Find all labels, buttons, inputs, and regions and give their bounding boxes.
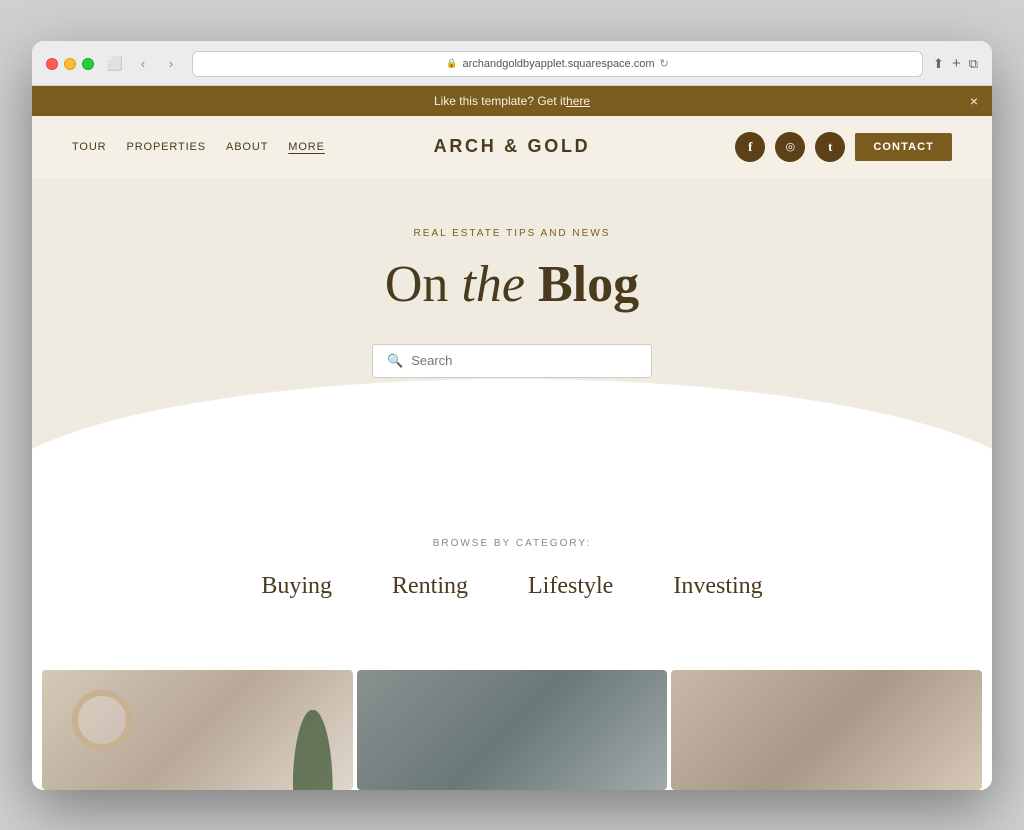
close-traffic-light[interactable]: [46, 58, 58, 70]
sidebar-toggle-button[interactable]: ⬜: [104, 53, 126, 75]
nav-item-properties[interactable]: PROPERTIES: [126, 141, 206, 153]
contact-button[interactable]: CONTACT: [855, 133, 952, 161]
nav-item-tour[interactable]: TOUR: [72, 141, 106, 153]
category-investing[interactable]: Investing: [673, 573, 762, 600]
nav-item-about[interactable]: ABOUT: [226, 141, 268, 153]
search-bar[interactable]: 🔍: [372, 344, 652, 378]
blog-images: [32, 670, 992, 790]
browse-label: BROWSE BY CATEGORY:: [72, 538, 952, 549]
site-logo[interactable]: ARCH & GOLD: [434, 136, 591, 157]
search-input[interactable]: [411, 353, 637, 368]
back-button[interactable]: ‹: [132, 53, 154, 75]
nav-item-more[interactable]: MORE: [288, 141, 325, 153]
facebook-button[interactable]: f: [735, 132, 765, 162]
main-nav: TOUR PROPERTIES ABOUT MORE ARCH & GOLD f…: [32, 116, 992, 178]
share-icon[interactable]: ⬆: [933, 56, 944, 72]
blog-image-2[interactable]: [357, 670, 668, 790]
blog-image-3[interactable]: [671, 670, 982, 790]
mirror-decoration: [72, 690, 132, 750]
new-tab-icon[interactable]: +: [952, 55, 961, 72]
hero-subtitle: REAL ESTATE TIPS AND NEWS: [72, 228, 952, 239]
website: Like this template? Get it here × TOUR P…: [32, 86, 992, 790]
browser-chrome: ⬜ ‹ › 🔒 archandgoldbyapplet.squarespace.…: [32, 41, 992, 86]
url-text: archandgoldbyapplet.squarespace.com: [463, 58, 655, 70]
hero-section: REAL ESTATE TIPS AND NEWS On the Blog 🔍: [32, 178, 992, 498]
category-lifestyle[interactable]: Lifestyle: [528, 573, 613, 600]
browser-window: ⬜ ‹ › 🔒 archandgoldbyapplet.squarespace.…: [32, 41, 992, 790]
announcement-bar: Like this template? Get it here ×: [32, 86, 992, 116]
browser-actions: ⬆ + ⧉: [933, 55, 978, 72]
lock-icon: 🔒: [446, 58, 457, 69]
minimize-traffic-light[interactable]: [64, 58, 76, 70]
address-bar[interactable]: 🔒 archandgoldbyapplet.squarespace.com ↻: [192, 51, 923, 77]
category-list: Buying Renting Lifestyle Investing: [72, 573, 952, 600]
twitter-button[interactable]: t: [815, 132, 845, 162]
traffic-lights: [46, 58, 94, 70]
announcement-link[interactable]: here: [566, 94, 590, 108]
nav-right: f ◎ t CONTACT: [735, 132, 952, 162]
browser-controls: ⬜ ‹ ›: [104, 53, 182, 75]
announcement-text: Like this template? Get it: [434, 94, 566, 108]
nav-left: TOUR PROPERTIES ABOUT MORE: [72, 141, 325, 153]
blog-image-1[interactable]: [42, 670, 353, 790]
maximize-traffic-light[interactable]: [82, 58, 94, 70]
category-buying[interactable]: Buying: [261, 573, 332, 600]
category-renting[interactable]: Renting: [392, 573, 468, 600]
announcement-close-button[interactable]: ×: [970, 93, 978, 109]
forward-button[interactable]: ›: [160, 53, 182, 75]
hero-title-italic: the: [461, 256, 525, 313]
refresh-icon[interactable]: ↻: [660, 57, 669, 70]
categories-section: BROWSE BY CATEGORY: Buying Renting Lifes…: [32, 498, 992, 670]
hero-title: On the Blog: [72, 255, 952, 314]
instagram-button[interactable]: ◎: [775, 132, 805, 162]
hero-title-suffix: Blog: [525, 256, 639, 313]
hero-title-prefix: On: [385, 256, 462, 313]
tabs-icon[interactable]: ⧉: [969, 56, 978, 72]
plant-decoration: [293, 710, 333, 790]
search-icon: 🔍: [387, 353, 403, 369]
